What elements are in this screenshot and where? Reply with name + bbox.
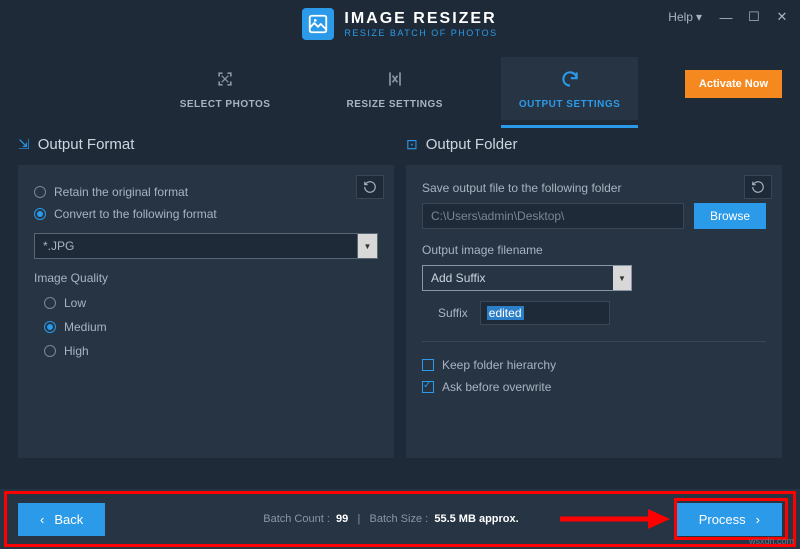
save-folder-label: Save output file to the following folder bbox=[422, 181, 766, 195]
filename-label: Output image filename bbox=[422, 243, 766, 257]
format-value[interactable] bbox=[34, 233, 358, 259]
divider bbox=[422, 341, 766, 342]
suffix-input[interactable]: edited bbox=[480, 301, 610, 325]
expand-arrows-icon bbox=[213, 67, 237, 91]
app-logo-icon bbox=[302, 8, 334, 40]
watermark: wsxdn.com bbox=[749, 536, 794, 546]
tab-resize-settings[interactable]: RESIZE SETTINGS bbox=[328, 57, 460, 120]
ask-overwrite-checkbox[interactable]: Ask before overwrite bbox=[422, 376, 766, 398]
checkbox-icon bbox=[422, 359, 434, 371]
export-icon: ⇲ bbox=[18, 136, 30, 153]
output-path-input[interactable] bbox=[422, 203, 684, 229]
radio-icon bbox=[44, 345, 56, 357]
checkbox-icon bbox=[422, 381, 434, 393]
close-button[interactable]: ✕ bbox=[770, 6, 794, 28]
filename-mode-select[interactable]: ▼ bbox=[422, 265, 632, 291]
quality-medium-radio[interactable]: Medium bbox=[44, 315, 378, 339]
radio-icon bbox=[44, 321, 56, 333]
browse-button[interactable]: Browse bbox=[694, 203, 766, 229]
app-title: IMAGE RESIZER bbox=[344, 10, 497, 28]
titlebar: IMAGE RESIZER RESIZE BATCH OF PHOTOS Hel… bbox=[0, 0, 800, 48]
tab-bar: SELECT PHOTOS RESIZE SETTINGS OUTPUT SET… bbox=[0, 48, 800, 128]
suffix-label: Suffix bbox=[438, 306, 468, 320]
maximize-button[interactable]: ☐ bbox=[742, 6, 766, 28]
image-quality-label: Image Quality bbox=[34, 271, 378, 285]
reset-folder-button[interactable] bbox=[744, 175, 772, 199]
output-folder-panel: ⊡ Output Folder Save output file to the … bbox=[406, 128, 782, 458]
resize-icon bbox=[383, 67, 407, 91]
back-button[interactable]: ‹ Back bbox=[18, 503, 105, 536]
chevron-right-icon: › bbox=[756, 512, 760, 527]
help-menu[interactable]: Help ▾ bbox=[660, 10, 710, 24]
chevron-left-icon: ‹ bbox=[40, 512, 44, 527]
retain-format-radio[interactable]: Retain the original format bbox=[34, 181, 378, 203]
chevron-down-icon[interactable]: ▼ bbox=[613, 266, 631, 290]
process-button[interactable]: Process › bbox=[677, 503, 782, 536]
quality-low-radio[interactable]: Low bbox=[44, 291, 378, 315]
activate-now-button[interactable]: Activate Now bbox=[685, 70, 782, 98]
batch-info: Batch Count : 99 | Batch Size : 55.5 MB … bbox=[105, 513, 676, 525]
refresh-icon bbox=[558, 67, 582, 91]
tab-output-settings[interactable]: OUTPUT SETTINGS bbox=[501, 57, 638, 120]
radio-icon bbox=[34, 186, 46, 198]
output-format-panel: ⇲ Output Format Retain the original form… bbox=[18, 128, 394, 458]
app-subtitle: RESIZE BATCH OF PHOTOS bbox=[344, 28, 497, 38]
output-format-title: Output Format bbox=[38, 136, 135, 153]
radio-icon bbox=[44, 297, 56, 309]
radio-icon bbox=[34, 208, 46, 220]
folder-icon: ⊡ bbox=[406, 136, 418, 153]
convert-format-radio[interactable]: Convert to the following format bbox=[34, 203, 378, 225]
format-select[interactable]: ▼ bbox=[34, 233, 378, 259]
minimize-button[interactable]: — bbox=[714, 6, 738, 28]
tab-select-photos[interactable]: SELECT PHOTOS bbox=[162, 57, 289, 120]
reset-format-button[interactable] bbox=[356, 175, 384, 199]
logo-area: IMAGE RESIZER RESIZE BATCH OF PHOTOS bbox=[302, 8, 497, 40]
chevron-down-icon[interactable]: ▼ bbox=[358, 233, 378, 259]
footer: ‹ Back Batch Count : 99 | Batch Size : 5… bbox=[0, 489, 800, 549]
output-folder-title: Output Folder bbox=[426, 136, 518, 153]
quality-high-radio[interactable]: High bbox=[44, 339, 378, 363]
keep-hierarchy-checkbox[interactable]: Keep folder hierarchy bbox=[422, 354, 766, 376]
chevron-down-icon: ▾ bbox=[696, 10, 702, 24]
